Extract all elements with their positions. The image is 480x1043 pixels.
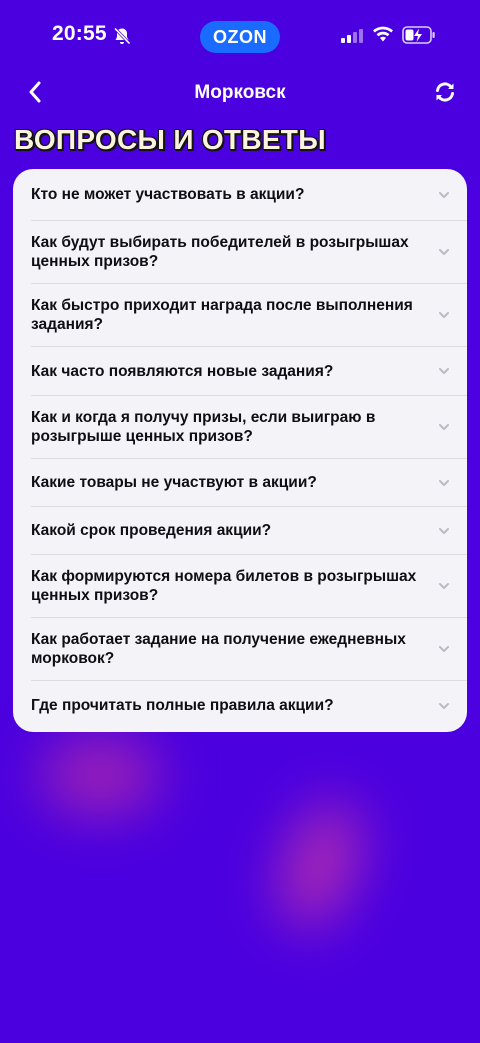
faq-question: Как работает задание на получение ежедне… <box>31 631 406 667</box>
chevron-down-icon <box>439 191 449 198</box>
faq-question: Как и когда я получу призы, если выиграю… <box>31 409 376 445</box>
wifi-icon <box>373 26 393 42</box>
faq-item[interactable]: Как быстро приходит награда после выполн… <box>13 284 467 346</box>
chevron-down-icon <box>439 312 449 318</box>
faq-item[interactable]: Как будут выбирать победителей в розыгры… <box>13 221 467 283</box>
chevron-down-icon <box>439 424 449 430</box>
faq-question: Кто не может участвовать в акции? <box>31 186 305 203</box>
faq-item[interactable]: Где прочитать полные правила акции? <box>13 681 467 730</box>
chevron-down-icon <box>439 646 449 652</box>
status-time: 20:55 <box>52 22 107 45</box>
chevron-down-icon <box>439 479 449 486</box>
chevron-down-icon <box>439 249 449 255</box>
chevron-down-icon <box>439 527 449 534</box>
faq-question: Где прочитать полные правила акции? <box>31 697 334 714</box>
faq-item[interactable]: Какие товары не участвуют в акции? <box>13 459 467 506</box>
section-heading: ВОПРОСЫ И ОТВЕТЫ <box>14 124 326 155</box>
faq-question: Как быстро приходит награда после выполн… <box>31 297 413 333</box>
chevron-down-icon <box>439 583 449 589</box>
chevron-down-icon <box>439 702 449 709</box>
faq-item[interactable]: Как формируются номера билетов в розыгры… <box>13 555 467 617</box>
faq-question: Как будут выбирать победителей в розыгры… <box>31 234 409 270</box>
background-glow <box>264 791 376 939</box>
status-bar: 20:55 OZON <box>0 0 480 72</box>
background-glow <box>40 735 160 815</box>
faq-question: Как часто появляются новые задания? <box>31 362 334 380</box>
faq-item[interactable]: Как работает задание на получение ежедне… <box>13 618 467 680</box>
faq-card: Кто не может участвовать в акции? Как бу… <box>13 169 467 732</box>
faq-question: Какой срок проведения акции? <box>31 522 272 539</box>
faq-item[interactable]: Как часто появляются новые задания? <box>13 347 467 395</box>
refresh-button[interactable] <box>432 79 458 105</box>
refresh-icon <box>436 82 454 102</box>
back-button[interactable] <box>22 78 48 106</box>
faq-item[interactable]: Кто не может участвовать в акции? <box>13 169 467 220</box>
ozon-badge[interactable]: OZON <box>200 21 280 53</box>
chevron-left-icon <box>29 81 41 103</box>
battery-charging-icon <box>402 26 435 44</box>
faq-question: Как формируются номера билетов в розыгры… <box>31 568 417 604</box>
signal-icon <box>341 29 363 43</box>
page-title: Морковск <box>194 82 286 103</box>
bell-off-icon <box>113 27 131 45</box>
chevron-down-icon <box>439 368 449 374</box>
faq-item[interactable]: Какой срок проведения акции? <box>13 507 467 554</box>
faq-question: Какие товары не участвуют в акции? <box>31 474 317 491</box>
faq-item[interactable]: Как и когда я получу призы, если выиграю… <box>13 396 467 458</box>
